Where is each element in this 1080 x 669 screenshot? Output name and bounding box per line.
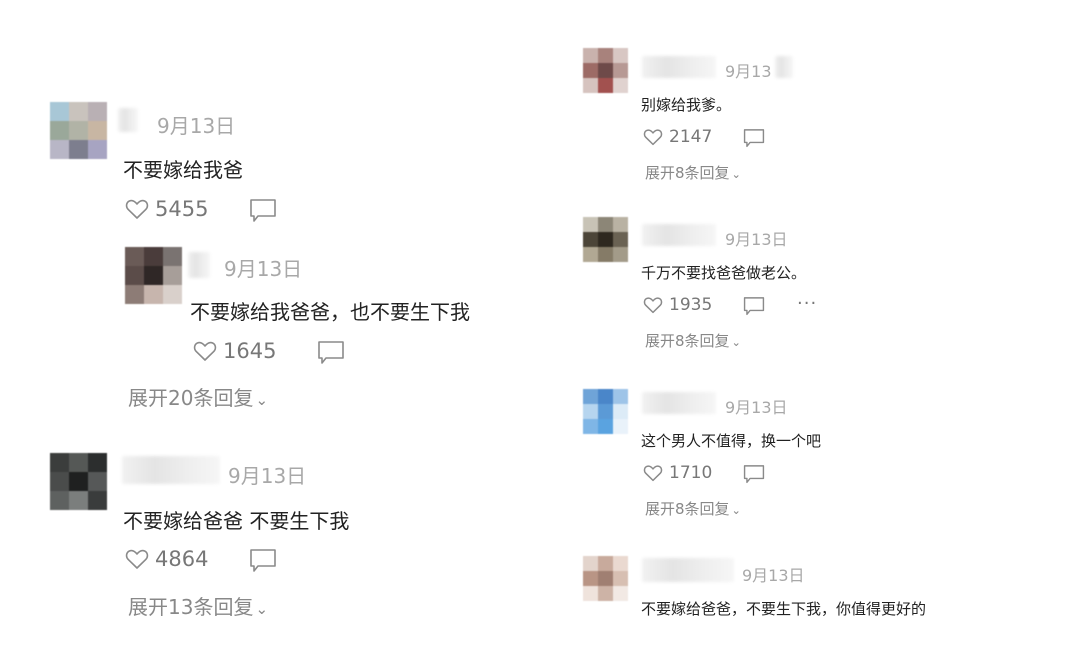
like-count: 1935 — [669, 295, 713, 315]
comment-bubble-icon[interactable] — [317, 340, 345, 366]
like-count: 1710 — [669, 463, 713, 483]
avatar[interactable] — [583, 389, 628, 434]
heart-outline-icon — [125, 548, 149, 570]
expand-replies-link[interactable]: 展开20条回复 ⌄ — [128, 382, 268, 411]
comment-text: 千万不要找爸爸做老公。 — [641, 264, 807, 282]
username-blurred — [642, 56, 716, 78]
reply-text: 不要嫁给我爸爸，也不要生下我 — [190, 300, 470, 324]
like-button[interactable]: 1710 — [643, 463, 712, 483]
chevron-down-icon: ⌄ — [731, 504, 741, 517]
like-count: 5455 — [155, 197, 209, 221]
comment-text: 别嫁给我爹。 — [641, 96, 732, 114]
expand-replies-label: 展开13条回复 — [128, 595, 254, 619]
username-blurred — [775, 56, 793, 78]
more-options-icon[interactable]: ··· — [797, 293, 817, 314]
chevron-down-icon: ⌄ — [731, 336, 741, 349]
comment-bubble-icon[interactable] — [743, 128, 765, 149]
username-blurred — [642, 558, 734, 582]
avatar[interactable] — [583, 48, 628, 93]
avatar[interactable] — [125, 247, 182, 304]
chevron-down-icon: ⌄ — [255, 600, 269, 618]
chevron-down-icon: ⌄ — [255, 391, 269, 409]
comment-date: 9月13日 — [725, 398, 788, 417]
expand-replies-link[interactable]: 展开13条回复 ⌄ — [128, 591, 268, 620]
comment-text: 不要嫁给爸爸 不要生下我 — [123, 509, 350, 533]
like-count: 1645 — [223, 339, 277, 363]
like-count: 2147 — [669, 127, 713, 147]
reply-date: 9月13日 — [224, 257, 303, 281]
heart-outline-icon — [125, 198, 149, 220]
expand-replies-label: 展开8条回复 — [645, 500, 730, 518]
comment-bubble-icon[interactable] — [249, 548, 277, 574]
username-blurred — [188, 252, 210, 278]
expand-replies-label: 展开8条回复 — [645, 164, 730, 182]
heart-outline-icon — [643, 128, 663, 146]
username-blurred — [642, 224, 716, 246]
like-button[interactable]: 5455 — [125, 197, 208, 221]
avatar[interactable] — [50, 453, 107, 510]
chevron-down-icon: ⌄ — [731, 168, 741, 181]
avatar[interactable] — [583, 217, 628, 262]
comment-date: 9月13日 — [725, 230, 788, 249]
comment-date: 9月13日 — [742, 566, 805, 585]
like-button[interactable]: 1645 — [193, 339, 276, 363]
heart-outline-icon — [643, 296, 663, 314]
username-blurred — [122, 456, 220, 484]
comment-bubble-icon[interactable] — [743, 464, 765, 485]
like-button[interactable]: 1935 — [643, 295, 712, 315]
avatar[interactable] — [50, 102, 107, 159]
like-button[interactable]: 2147 — [643, 127, 712, 147]
comment-date: 9月13日 — [157, 114, 236, 138]
comment-date: 9月13日 — [228, 464, 307, 488]
expand-replies-link[interactable]: 展开8条回复 ⌄ — [645, 330, 741, 351]
expand-replies-link[interactable]: 展开8条回复 ⌄ — [645, 498, 741, 519]
expand-replies-link[interactable]: 展开8条回复 ⌄ — [645, 162, 741, 183]
comment-bubble-icon[interactable] — [249, 198, 277, 224]
username-blurred — [118, 108, 138, 132]
comment-bubble-icon[interactable] — [743, 296, 765, 317]
heart-outline-icon — [193, 340, 217, 362]
like-button[interactable]: 4864 — [125, 547, 208, 571]
expand-replies-label: 展开8条回复 — [645, 332, 730, 350]
comment-text: 不要嫁给我爸 — [123, 158, 243, 182]
like-count: 4864 — [155, 547, 209, 571]
comment-text: 这个男人不值得，换一个吧 — [641, 432, 822, 450]
username-blurred — [642, 392, 716, 414]
avatar[interactable] — [583, 556, 628, 601]
heart-outline-icon — [643, 464, 663, 482]
comment-text: 不要嫁给爸爸，不要生下我，你值得更好的 — [641, 600, 927, 618]
comment-date: 9月13 — [725, 62, 772, 81]
expand-replies-label: 展开20条回复 — [128, 386, 254, 410]
